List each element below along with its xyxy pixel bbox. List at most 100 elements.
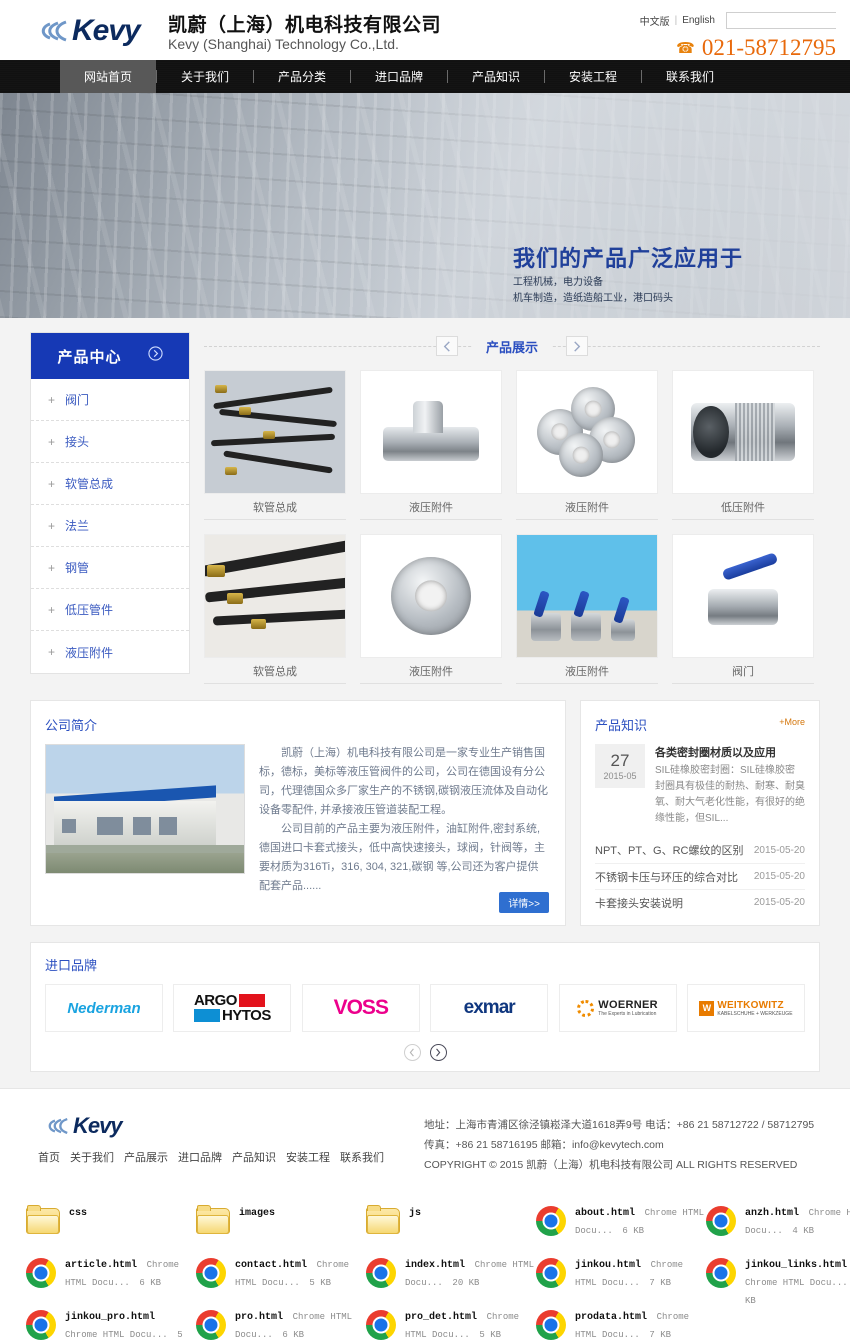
footer-logo-text: Kevy	[73, 1113, 123, 1138]
brand-next-button[interactable]	[429, 1044, 447, 1061]
list-item[interactable]: NPT、PT、G、RC螺纹的区别 2015-05-20	[595, 837, 805, 863]
file-item-prodata-html[interactable]: prodata.html Chrome HTML Docu... 7 KB	[536, 1306, 706, 1344]
sidebar-item-hydraulic-accessories[interactable]: + 液压附件	[31, 631, 189, 673]
list-item[interactable]: 不锈钢卡压与环压的综合对比 2015-05-20	[595, 863, 805, 889]
featured-article-title: 各类密封圈材质以及应用	[655, 747, 776, 759]
featured-article-body: 各类密封圈材质以及应用 SIL硅橡胶密封圈：SIL硅橡胶密封圈具有极佳的耐热、耐…	[655, 744, 805, 827]
search-box[interactable]	[726, 12, 850, 29]
nav-item-engineering[interactable]: 安装工程	[545, 60, 641, 93]
product-card[interactable]: 液压附件	[516, 534, 658, 684]
file-name: jinkou.html	[575, 1260, 642, 1271]
file-item-anzh-html[interactable]: anzh.html Chrome HTML Docu... 4 KB	[706, 1202, 850, 1246]
file-item-pro-det-html[interactable]: pro_det.html Chrome HTML Docu... 5 KB	[366, 1306, 536, 1344]
file-item-images-folder[interactable]: images	[196, 1202, 366, 1246]
sidebar-item-low-pressure-fittings[interactable]: + 低压管件	[31, 589, 189, 631]
file-item-article-html[interactable]: article.html Chrome HTML Docu... 6 KB	[26, 1254, 196, 1298]
footer-logo[interactable]: Kevy	[45, 1113, 123, 1139]
article-day: 27	[610, 750, 630, 770]
sidebar-item-connectors[interactable]: + 接头	[31, 421, 189, 463]
company-intro-body: 凯蔚（上海）机电科技有限公司是一家专业生产销售国标，德标，美标等液压管阀件的公司…	[45, 744, 549, 896]
file-item-about-html[interactable]: about.html Chrome HTML Docu... 6 KB	[536, 1202, 706, 1246]
file-item-jinkou-html[interactable]: jinkou.html Chrome HTML Docu... 7 KB	[536, 1254, 706, 1298]
hero-banner: 我们的产品广泛应用于 工程机械，电力设备 机车制造，造纸造船工业，港口码头	[0, 93, 850, 318]
footer-address-line: 地址：上海市青浦区徐泾镇崧泽大道1618弄9号 电话：+86 21 587127…	[424, 1119, 815, 1131]
sidebar-item-flanges[interactable]: + 法兰	[31, 505, 189, 547]
wave-icon	[45, 1116, 71, 1136]
footer-nav-knowledge[interactable]: 产品知识	[232, 1149, 276, 1165]
product-caption: 低压附件	[672, 494, 814, 520]
footer-nav-contact[interactable]: 联系我们	[340, 1149, 384, 1165]
lang-chinese-link[interactable]: 中文版	[640, 13, 670, 28]
footer-nav-engineering[interactable]: 安装工程	[286, 1149, 330, 1165]
argo-red-block	[238, 994, 265, 1007]
brand-logo-argo-hytos[interactable]: ARGO HYTOS	[173, 984, 292, 1032]
product-card[interactable]: 低压附件	[672, 370, 814, 520]
product-card[interactable]: 液压附件	[516, 370, 658, 520]
site-logo[interactable]: Kevy	[38, 14, 141, 48]
product-showcase: 产品展示 软管总成 液压附件 液压附件 低压附件 软管总成 液压附件 液压附件 …	[204, 332, 820, 684]
product-knowledge-more-link[interactable]: +More	[779, 717, 805, 727]
file-size: 4 KB	[792, 1226, 815, 1236]
sidebar-item-valves[interactable]: + 阀门	[31, 379, 189, 421]
product-caption: 阀门	[672, 658, 814, 684]
product-card[interactable]: 软管总成	[204, 534, 346, 684]
showcase-header: 产品展示	[204, 332, 820, 360]
file-item-css-folder[interactable]: css	[26, 1202, 196, 1246]
file-size: 7 KB	[649, 1278, 672, 1288]
showcase-next-button[interactable]	[566, 336, 588, 356]
brand-logo-woerner[interactable]: WOERNER The Experts in Lubrication	[558, 984, 677, 1032]
file-item-jinkou-links-html[interactable]: jinkou_links.html Chrome HTML Docu... 6 …	[706, 1254, 850, 1306]
sidebar-header[interactable]: 产品中心	[31, 333, 189, 379]
nav-item-contact[interactable]: 联系我们	[642, 60, 738, 93]
brand-logo-weitkowitz[interactable]: W WEITKOWITZ KABELSCHUHE + WERKZEUGE	[686, 984, 805, 1032]
product-card[interactable]: 液压附件	[360, 370, 502, 520]
product-card[interactable]: 阀门	[672, 534, 814, 684]
nav-item-about[interactable]: 关于我们	[157, 60, 253, 93]
nav-item-products[interactable]: 产品分类	[254, 60, 350, 93]
lang-english-link[interactable]: English	[682, 15, 715, 26]
file-name: pro.html	[235, 1312, 284, 1323]
footer-nav-brands[interactable]: 进口品牌	[178, 1149, 222, 1165]
footer-nav-about[interactable]: 关于我们	[70, 1149, 114, 1165]
search-input[interactable]	[727, 13, 850, 28]
footer-nav-products[interactable]: 产品展示	[124, 1149, 168, 1165]
content-wrapper: 产品中心 + 阀门 + 接头 + 软管总成 + 法兰 + 钢管 + 低压管件 +…	[30, 332, 820, 1072]
file-item-contact-html[interactable]: contact.html Chrome HTML Docu... 5 KB	[196, 1254, 366, 1298]
chevron-left-icon	[443, 340, 450, 352]
chrome-icon	[26, 1310, 56, 1340]
site-footer: Kevy 首页 关于我们 产品展示 进口品牌 产品知识 安装工程 联系我们 地址…	[0, 1088, 850, 1188]
brand-name-line1: ARGO	[193, 992, 238, 1009]
sidebar-title: 产品中心	[57, 348, 122, 366]
article-date: 2015-05-20	[753, 844, 805, 856]
sidebar-item-label: 阀门	[65, 393, 90, 407]
brand-logo-voss[interactable]: VOSS	[301, 984, 420, 1032]
showcase-prev-button[interactable]	[435, 336, 458, 356]
product-card[interactable]: 软管总成	[204, 370, 346, 520]
featured-article[interactable]: 27 2015-05 各类密封圈材质以及应用 SIL硅橡胶密封圈：SIL硅橡胶密…	[595, 744, 805, 827]
brand-logo-nederman[interactable]: Nederman	[45, 984, 163, 1032]
brand-name: Nederman	[67, 999, 141, 1017]
nav-item-brands[interactable]: 进口品牌	[351, 60, 447, 93]
file-item-jinkou-pro-html[interactable]: jinkou_pro.html Chrome HTML Docu... 5 KB	[26, 1306, 196, 1344]
file-item-js-folder[interactable]: js	[366, 1202, 536, 1246]
chrome-icon	[706, 1258, 736, 1288]
plus-icon: +	[48, 476, 56, 491]
company-name-cn: 凯蔚（上海）机电科技有限公司	[168, 15, 442, 36]
file-name: jinkou_pro.html	[65, 1312, 156, 1323]
company-detail-button[interactable]: 详情>>	[499, 892, 549, 913]
list-item[interactable]: 卡套接头安装说明 2015-05-20	[595, 889, 805, 915]
sidebar-item-steel-pipe[interactable]: + 钢管	[31, 547, 189, 589]
webpage-screenshot: Kevy 凯蔚（上海）机电科技有限公司 Kevy (Shanghai) Tech…	[0, 0, 850, 1344]
product-card[interactable]: 液压附件	[360, 534, 502, 684]
sidebar-item-hose-assembly[interactable]: + 软管总成	[31, 463, 189, 505]
footer-nav-home[interactable]: 首页	[38, 1149, 60, 1165]
brand-name: VOSS	[333, 996, 389, 1019]
sidebar-item-label: 钢管	[65, 561, 90, 575]
file-item-pro-html[interactable]: pro.html Chrome HTML Docu... 6 KB	[196, 1306, 366, 1344]
nav-item-knowledge[interactable]: 产品知识	[448, 60, 544, 93]
brand-logo-exmar[interactable]: exmar	[430, 984, 549, 1032]
brand-prev-button[interactable]	[403, 1044, 421, 1061]
nav-item-home[interactable]: 网站首页	[60, 60, 156, 93]
footer-contact-info: 地址：上海市青浦区徐泾镇崧泽大道1618弄9号 电话：+86 21 587127…	[424, 1115, 814, 1175]
file-item-index-html[interactable]: index.html Chrome HTML Docu... 20 KB	[366, 1254, 536, 1298]
